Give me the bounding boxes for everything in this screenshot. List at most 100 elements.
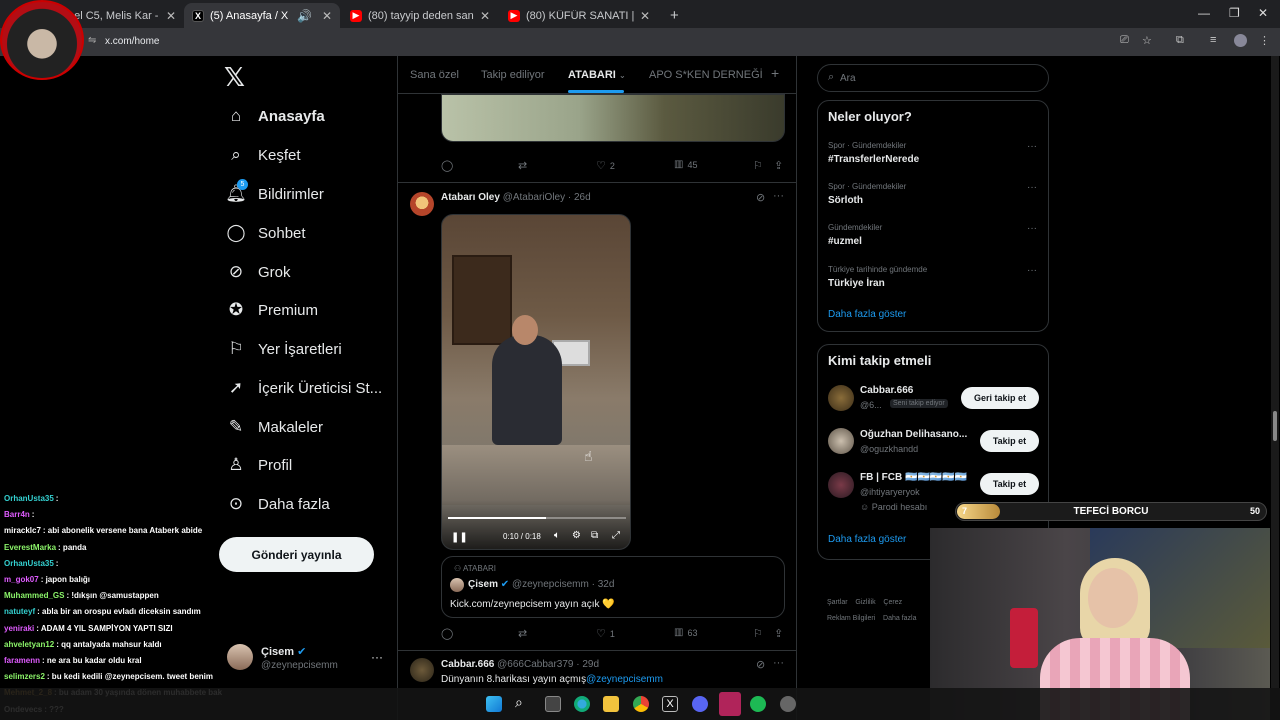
trend-item[interactable]: Türkiye tarihinde gündemde Türkiye İran xyxy=(828,265,927,289)
app-icon[interactable] xyxy=(719,692,741,716)
trend-item[interactable]: Gündemdekiler #uzmel xyxy=(828,223,882,247)
chat-username[interactable]: OrhanUsta35 xyxy=(4,559,54,568)
author-name[interactable]: Atabarı Oley xyxy=(441,192,500,203)
nav-home[interactable]: ⌂ Anasayfa xyxy=(226,98,325,134)
search-icon[interactable]: ⌕ xyxy=(515,694,531,710)
settings-icon[interactable]: ⚙ xyxy=(572,530,581,541)
nav-explore[interactable]: ⌕ Keşfet xyxy=(226,137,300,173)
trend-menu-icon[interactable]: ··· xyxy=(1027,265,1037,276)
nav-chat[interactable]: ◯ Sohbet xyxy=(226,215,305,251)
close-icon[interactable]: ✕ xyxy=(322,9,332,23)
scrollbar-thumb[interactable] xyxy=(1273,411,1277,441)
author-handle[interactable]: @AtabariOley xyxy=(503,192,565,203)
video-scrubber[interactable] xyxy=(448,517,626,519)
trend-menu-icon[interactable]: ··· xyxy=(1027,141,1037,152)
volume-icon[interactable]: 🔈︎ xyxy=(554,530,560,541)
trend-menu-icon[interactable]: ··· xyxy=(1027,223,1037,234)
follow-back-button[interactable]: Geri takip et xyxy=(961,387,1039,409)
footer-link-privacy[interactable]: Gizlilik xyxy=(855,599,875,606)
scrollbar[interactable] xyxy=(1271,56,1279,688)
edge-icon[interactable] xyxy=(574,696,590,712)
share-icon[interactable]: ⇪ xyxy=(774,627,783,640)
nav-creator-studio[interactable]: ➚ İçerik Üreticisi St... xyxy=(226,370,382,406)
tab-following[interactable]: Takip ediliyor xyxy=(481,69,545,81)
account-name[interactable]: Çisem ✔ xyxy=(261,645,306,658)
extensions-icon[interactable]: ⧉ xyxy=(1176,34,1184,47)
chrome-icon[interactable] xyxy=(633,696,649,712)
reading-list-icon[interactable]: ≡ xyxy=(1210,34,1216,46)
minimize-icon[interactable]: — xyxy=(1198,6,1210,20)
nav-premium[interactable]: ✪ Premium xyxy=(226,292,318,328)
author-handle[interactable]: @666Cabbar379 xyxy=(497,659,573,670)
views-button[interactable]: ▥ 63 xyxy=(674,627,697,638)
chat-username[interactable]: OrhanUsta35 xyxy=(4,494,54,503)
footer-link-ads[interactable]: Reklam Bilgileri xyxy=(827,615,875,622)
chat-username[interactable]: natuteyf xyxy=(4,607,35,616)
follow-button[interactable]: Takip et xyxy=(980,430,1039,452)
reply-icon[interactable]: ◯ xyxy=(441,627,453,640)
app-icon[interactable] xyxy=(780,696,796,712)
reply-icon[interactable]: ◯ xyxy=(441,159,453,172)
nav-profile[interactable]: ♙ Profil xyxy=(226,447,292,483)
quoted-post[interactable]: ⚇ ATABARI Çisem ✔ @zeynepcisemm · 32d Ki… xyxy=(441,556,785,618)
maximize-icon[interactable]: ❐ xyxy=(1229,6,1240,20)
post-menu-icon[interactable]: ··· xyxy=(773,190,784,202)
nav-bookmarks[interactable]: ⚐ Yer İşaretleri xyxy=(226,331,341,367)
picture-in-picture-icon[interactable]: ⧉ xyxy=(591,530,598,541)
x-logo-icon[interactable]: 𝕏 xyxy=(224,62,245,93)
footer-link-cookies[interactable]: Çerez xyxy=(883,599,902,606)
avatar[interactable] xyxy=(410,658,434,682)
post-image[interactable] xyxy=(441,94,785,142)
chat-username[interactable]: yeniraki xyxy=(4,624,34,633)
chat-username[interactable]: ahveletyan12 xyxy=(4,640,54,649)
cast-icon[interactable]: ⎚ xyxy=(1120,34,1129,47)
fullscreen-icon[interactable]: ⤢ xyxy=(612,530,620,541)
tab-community[interactable]: APO S*KEN DERNEĞİ xyxy=(649,69,763,81)
task-view-icon[interactable] xyxy=(545,696,561,712)
repost-icon[interactable]: ⇄ xyxy=(518,159,527,172)
browser-tab[interactable]: ▶ (80) KÜFÜR SANATI | UMUR AF ✕ xyxy=(500,3,658,28)
close-window-icon[interactable]: ✕ xyxy=(1258,6,1268,20)
chat-username[interactable]: m_gok07 xyxy=(4,575,39,584)
close-icon[interactable]: ✕ xyxy=(640,9,650,23)
mention-link[interactable]: @zeynepcisemm xyxy=(586,674,663,685)
profile-avatar[interactable] xyxy=(1234,34,1247,47)
file-explorer-icon[interactable] xyxy=(603,696,619,712)
kebab-menu-icon[interactable]: ⋮ xyxy=(1259,34,1270,47)
chat-username[interactable]: selimzers2 xyxy=(4,672,45,681)
nav-notifications[interactable]: 🔔︎ 5 Bildirimler xyxy=(225,176,324,212)
follow-button[interactable]: Takip et xyxy=(980,473,1039,495)
close-icon[interactable]: ✕ xyxy=(480,9,490,23)
bookmark-icon[interactable]: ⚐ xyxy=(753,627,763,640)
speaker-icon[interactable]: 🔊 xyxy=(297,9,312,23)
nav-grok[interactable]: ⊘ Grok xyxy=(226,254,291,290)
avatar[interactable] xyxy=(410,192,434,216)
chat-username[interactable]: EverestMarka xyxy=(4,543,56,552)
bookmark-icon[interactable]: ⚐ xyxy=(753,159,763,172)
grok-icon[interactable]: ⊘ xyxy=(756,658,765,671)
footer-link-more[interactable]: Daha fazla xyxy=(883,615,916,622)
like-button[interactable]: ♡ 2 xyxy=(596,159,615,172)
pause-icon[interactable]: ❚❚ xyxy=(451,532,468,543)
trend-item[interactable]: Spor · Gündemdekiler Sörloth xyxy=(828,182,906,206)
repost-icon[interactable]: ⇄ xyxy=(518,627,527,640)
video-player[interactable]: ❚❚ 0:10 / 0:18 🔈︎ ⚙ ⧉ ⤢ xyxy=(441,214,631,550)
chat-username[interactable]: Muhammed_GS xyxy=(4,591,64,600)
browser-tab-active[interactable]: X (5) Anasayfa / X 🔊 ✕ xyxy=(184,3,340,28)
chat-username[interactable]: faramenn xyxy=(4,656,40,665)
x-app-icon[interactable]: X xyxy=(662,696,678,712)
trend-item[interactable]: Spor · Gündemdekiler #TransferlerNerede xyxy=(828,141,919,165)
account-menu-icon[interactable]: ··· xyxy=(371,650,383,664)
browser-tab[interactable]: ▶ (80) tayyip deden sana kurban o ✕ xyxy=(342,3,498,28)
like-button[interactable]: ♡ 1 xyxy=(596,627,615,640)
spotify-icon[interactable] xyxy=(750,696,766,712)
post-time[interactable]: · 29d xyxy=(576,659,599,670)
add-tab-button[interactable]: + xyxy=(771,65,779,81)
start-button[interactable] xyxy=(486,696,502,712)
chat-username[interactable]: Barr4n xyxy=(4,510,30,519)
show-more-follow-link[interactable]: Daha fazla göster xyxy=(828,534,906,545)
discord-icon[interactable] xyxy=(692,696,708,712)
author-name[interactable]: Cabbar.666 xyxy=(441,659,494,670)
url-field[interactable]: x.com/home xyxy=(105,36,159,47)
site-info-icon[interactable]: ⇋ xyxy=(88,35,96,46)
